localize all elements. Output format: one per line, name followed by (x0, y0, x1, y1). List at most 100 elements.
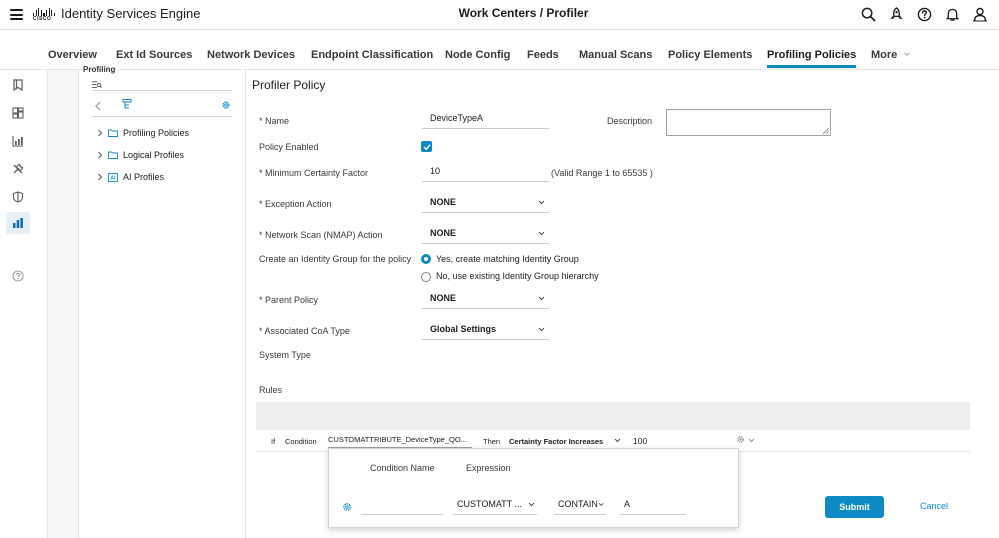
tree-view-icon[interactable] (122, 99, 132, 109)
condition-name-header: Condition Name (370, 463, 435, 473)
tree-item-label: Logical Profiles (123, 150, 185, 160)
bell-icon[interactable] (943, 5, 961, 23)
operator-value: CONTAIN (558, 499, 598, 509)
svg-text:AI: AI (111, 175, 117, 181)
tree-filter-input[interactable] (92, 79, 232, 91)
help-circle-icon[interactable] (6, 265, 30, 287)
min-certainty-input[interactable]: 10 (422, 161, 549, 182)
name-label: * Name (259, 116, 290, 126)
gear-icon[interactable] (342, 502, 352, 512)
exception-action-value: NONE (430, 197, 457, 207)
parent-policy-select[interactable]: NONE (422, 288, 549, 309)
condition-value-input[interactable]: A (620, 494, 686, 515)
chevron-down-icon (598, 502, 604, 506)
chevron-down-icon[interactable] (614, 437, 621, 444)
description-textarea[interactable] (666, 109, 831, 136)
cisco-logo: CISCO (33, 8, 55, 22)
exception-action-label: * Exception Action (259, 199, 332, 209)
cancel-button[interactable]: Cancel (920, 501, 948, 511)
bookmark-icon[interactable] (6, 74, 30, 96)
rules-title: Rules (259, 385, 283, 395)
tab-more-label: More (871, 49, 898, 61)
chevron-left-icon[interactable] (94, 101, 102, 111)
profiler-policy-form: Profiler Policy * Name DeviceTypeA Descr… (246, 70, 999, 538)
chevron-down-icon (538, 296, 545, 300)
submit-button[interactable]: Submit (825, 496, 884, 518)
nmap-action-value: NONE (430, 228, 457, 238)
system-type-label: System Type (259, 350, 311, 360)
operator-select[interactable]: CONTAIN (554, 494, 606, 515)
attribute-select[interactable]: CUSTOMATT ... (453, 494, 537, 515)
top-bar: CISCO Identity Services Engine Work Cent… (0, 0, 999, 30)
page-heading: Work Centers / Profiler (458, 6, 589, 20)
tab-ext-id-sources[interactable]: Ext Id Sources (116, 49, 192, 61)
radio-create-identity-group[interactable] (421, 254, 431, 264)
shield-icon[interactable] (6, 186, 30, 208)
coa-type-label: * Associated CoA Type (259, 326, 350, 336)
tab-more[interactable]: More (871, 49, 911, 61)
ai-icon: AI (108, 172, 118, 182)
menu-icon[interactable] (10, 9, 23, 20)
help-icon[interactable] (915, 5, 933, 23)
attribute-value: CUSTOMATT ... (457, 499, 523, 509)
tree-item-ai-profiles[interactable]: AI AI Profiles (97, 170, 164, 184)
condition-popover: Condition Name Expression CUSTOMATT ... … (328, 448, 739, 528)
search-icon[interactable] (859, 5, 877, 23)
dashboard-icon[interactable] (6, 102, 30, 124)
folder-icon (108, 151, 118, 159)
tab-profiling-policies[interactable]: Profiling Policies (767, 49, 857, 68)
name-input[interactable]: DeviceTypeA (422, 108, 549, 129)
chevron-down-icon (538, 327, 545, 331)
tab-endpoint-classification[interactable]: Endpoint Classification (311, 49, 433, 61)
expression-header: Expression (466, 463, 511, 473)
parent-policy-value: NONE (430, 293, 457, 303)
nmap-action-label: * Network Scan (NMAP) Action (259, 230, 383, 240)
coa-type-value: Global Settings (430, 324, 497, 334)
rule-action-select[interactable]: Certainty Factor Increases (509, 437, 603, 446)
radio-existing-identity-group[interactable] (421, 272, 431, 282)
resize-handle-icon (823, 128, 829, 134)
condition-name-input[interactable] (361, 494, 443, 515)
tools-icon[interactable] (6, 158, 30, 180)
exception-action-select[interactable]: NONE (422, 192, 549, 213)
rule-if-label: If (271, 437, 276, 446)
tab-manual-scans[interactable]: Manual Scans (579, 49, 652, 61)
nmap-action-select[interactable]: NONE (422, 223, 549, 244)
rules-table-header (256, 402, 970, 430)
gear-icon[interactable] (736, 435, 745, 444)
work-centers-icon-active[interactable] (6, 212, 30, 234)
chevron-down-icon[interactable] (748, 437, 755, 444)
rule-condition-input[interactable]: CUSTOMATTRIBUTE_DeviceType_QO... (328, 433, 472, 448)
policy-enabled-label: Policy Enabled (259, 142, 319, 152)
coa-type-select[interactable]: Global Settings (422, 319, 549, 340)
tree-item-label: Profiling Policies (123, 128, 190, 138)
chevron-right-icon (98, 173, 103, 181)
tab-feeds[interactable]: Feeds (527, 49, 559, 61)
user-icon[interactable] (971, 5, 989, 23)
min-certainty-hint: (Valid Range 1 to 65535 ) (551, 168, 653, 178)
checkmark-icon (423, 143, 431, 150)
chevron-right-icon (98, 151, 103, 159)
tab-policy-elements[interactable]: Policy Elements (668, 49, 752, 61)
chevron-down-icon (538, 200, 545, 204)
tab-network-devices[interactable]: Network Devices (207, 49, 295, 61)
gear-icon[interactable] (221, 100, 231, 110)
analytics-icon[interactable] (6, 130, 30, 152)
rule-amount-input[interactable]: 100 (633, 436, 647, 446)
tab-overview[interactable]: Overview (48, 49, 97, 61)
chevron-down-icon (528, 502, 535, 506)
tree-item-logical-profiles[interactable]: Logical Profiles (97, 148, 184, 162)
tree-item-profiling-policies[interactable]: Profiling Policies (97, 126, 189, 140)
rocket-icon[interactable] (887, 5, 905, 23)
tab-node-config[interactable]: Node Config (445, 49, 510, 61)
policy-enabled-checkbox[interactable] (421, 141, 432, 152)
identity-group-label: Create an Identity Group for the policy (259, 254, 412, 264)
rule-condition-label: Condition (285, 437, 317, 446)
min-certainty-label: * Minimum Certainty Factor (259, 168, 369, 178)
filter-icon (92, 81, 102, 89)
left-nav-rail (0, 70, 48, 538)
tree-item-label: AI Profiles (123, 172, 165, 182)
page-title: Profiler Policy (252, 78, 326, 92)
parent-policy-label: * Parent Policy (259, 295, 319, 305)
folder-icon (108, 129, 118, 137)
